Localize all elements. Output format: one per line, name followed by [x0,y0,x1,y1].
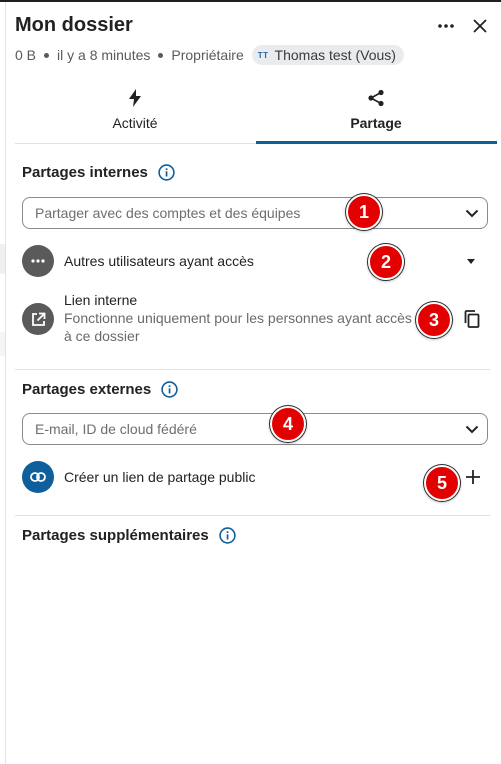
active-tab-indicator [256,141,497,144]
chevron-down-icon [465,209,479,217]
create-public-link-label: Créer un lien de partage public [64,469,256,485]
additional-shares-info-button[interactable] [219,527,236,544]
chevron-down-icon [465,425,479,433]
separator-dot [158,52,164,58]
background-row [0,244,5,274]
internal-link-row [22,303,54,335]
copy-internal-link-button[interactable] [458,305,486,333]
internal-share-search-placeholder: Partager avec des comptes et des équipes [35,205,301,221]
plus-icon [466,470,480,484]
sidebar-left-border [5,2,6,764]
internal-share-search-dropdown[interactable] [457,198,487,228]
internal-link-avatar [22,303,54,335]
other-users-label: Autres utilisateurs ayant accès [64,253,254,269]
additional-shares-header: Partages supplémentaires [22,527,236,544]
add-public-link-button[interactable] [459,463,487,491]
other-users-avatar [22,245,54,277]
modified-time: il y a 8 minutes [57,47,151,63]
owner-role: Propriétaire [171,47,244,63]
owner-chip[interactable]: TT Thomas test (Vous) [251,45,404,65]
external-shares-title: Partages externes [22,381,152,398]
more-horizontal-icon [31,259,45,263]
internal-shares-header: Partages internes [22,164,175,181]
info-icon [158,164,175,181]
annotation-badge-1: 1 [346,194,382,230]
link-icon [30,472,46,482]
external-share-search-placeholder: E-mail, ID de cloud fédéré [35,421,197,437]
create-public-link-row[interactable]: Créer un lien de partage public [22,461,255,493]
section-divider [15,369,490,370]
tab-partage-label: Partage [350,115,402,131]
external-link-icon [31,312,45,326]
owner-avatar: TT [257,50,269,60]
file-metadata: 0 B il y a 8 minutes Propriétaire TT Tho… [15,44,404,66]
tab-partage[interactable]: Partage [256,84,496,142]
separator-dot [44,52,50,58]
internal-link-title: Lien interne [64,292,138,308]
annotation-badge-5: 5 [424,465,460,501]
annotation-badge-4: 4 [270,406,306,442]
internal-link-description: Fonctionne uniquement pour les personnes… [64,310,412,344]
window-top-edge [0,0,501,2]
section-divider [15,515,490,516]
public-link-avatar [22,461,54,493]
additional-shares-title: Partages supplémentaires [22,527,209,544]
external-share-search-dropdown[interactable] [457,414,487,444]
more-horizontal-icon [438,24,454,28]
tab-activite[interactable]: Activité [15,84,255,142]
other-users-expand-button[interactable] [457,247,485,275]
internal-share-search-input[interactable]: Partager avec des comptes et des équipes [22,197,488,229]
internal-link-text: Lien interne Fonctionne uniquement pour … [64,291,420,345]
annotation-badge-2: 2 [368,244,404,280]
close-button[interactable] [464,10,496,42]
caret-down-icon [467,258,475,264]
info-icon [219,527,236,544]
sidebar-title: Mon dossier [15,14,133,36]
external-shares-header: Partages externes [22,381,178,398]
lightning-icon [129,89,141,107]
info-icon [161,381,178,398]
owner-name: Thomas test (Vous) [274,47,396,63]
more-actions-button[interactable] [430,10,462,42]
share-icon [368,89,384,107]
close-icon [473,19,487,33]
external-share-search-input[interactable]: E-mail, ID de cloud fédéré [22,413,488,445]
tab-activite-label: Activité [112,115,158,131]
copy-icon [464,310,480,328]
internal-shares-info-button[interactable] [158,164,175,181]
file-size: 0 B [15,47,37,63]
annotation-badge-3: 3 [416,302,452,338]
external-shares-info-button[interactable] [161,381,178,398]
other-users-row[interactable]: Autres utilisateurs ayant accès [22,245,254,277]
background-row [0,332,5,356]
internal-shares-title: Partages internes [22,164,148,181]
